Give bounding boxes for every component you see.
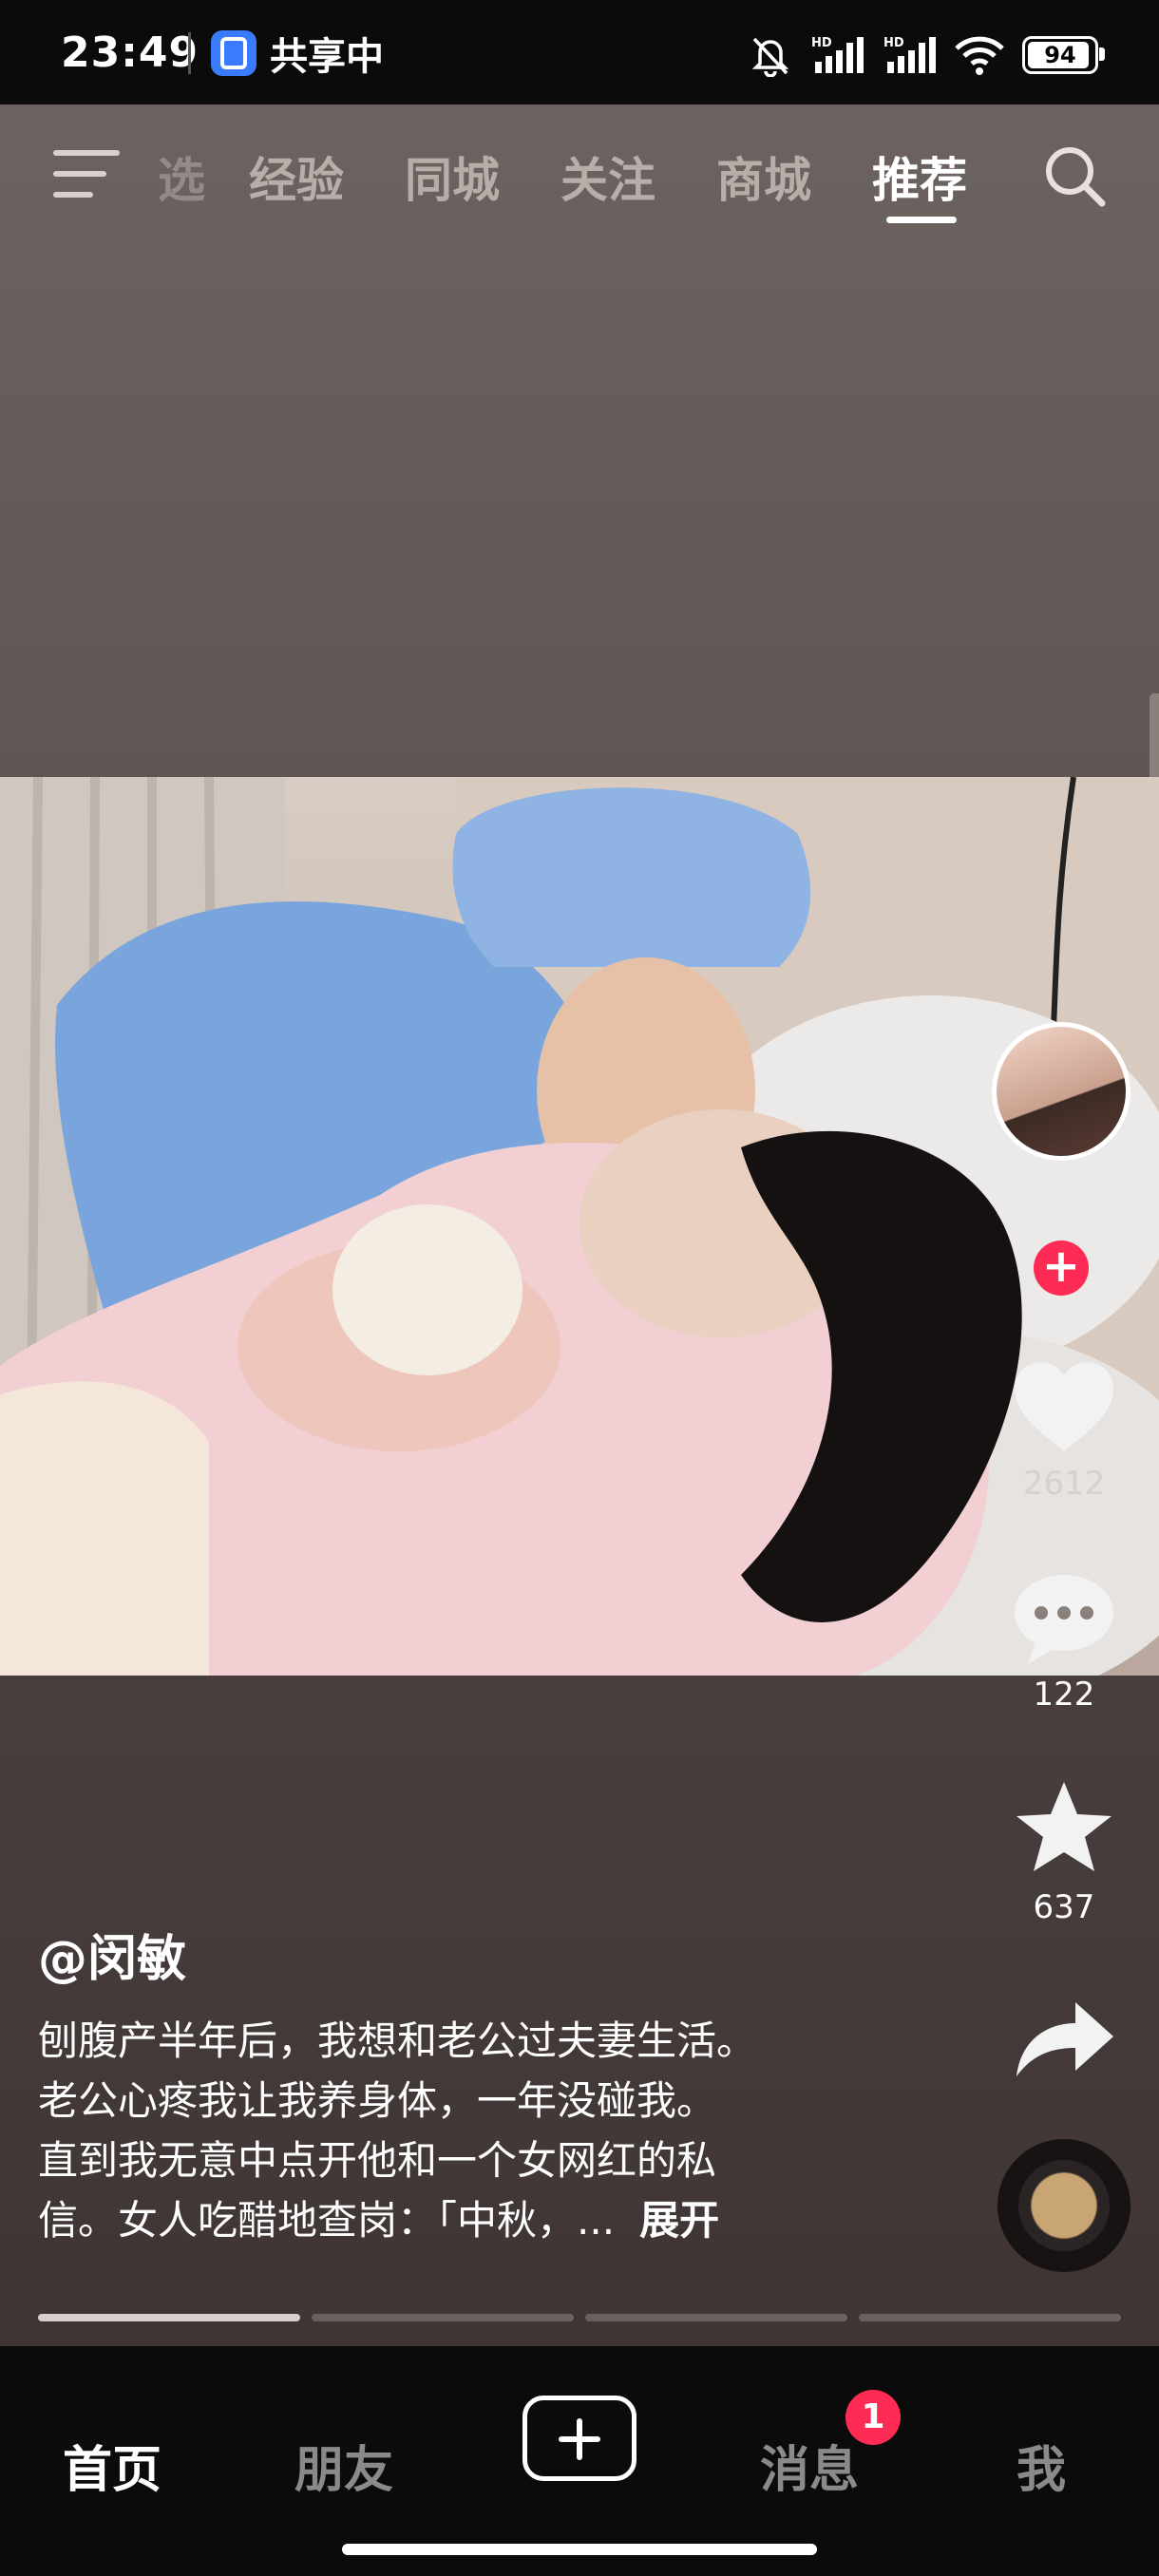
author-name[interactable]: @闵敏 [38, 1919, 912, 1990]
status-icons: HD HD 94 [749, 28, 1105, 82]
tab-experience[interactable]: 经验 [249, 142, 344, 211]
progress-segment [859, 2314, 1121, 2321]
favorite-count: 637 [1033, 1888, 1095, 1926]
progress-segment [38, 2314, 300, 2321]
description-line: 老公心疼我让我养身体，一年没碰我。 [38, 2077, 717, 2124]
home-indicator[interactable] [342, 2544, 817, 2555]
tab-mall[interactable]: 商城 [716, 142, 811, 211]
status-divider [188, 32, 191, 74]
battery-level: 94 [1044, 42, 1076, 68]
signal-hd-icon: HD [811, 36, 864, 73]
photo-illustration [0, 777, 1159, 1676]
post-caption: @闵敏 刨腹产半年后，我想和老公过夫妻生活。 老公心疼我让我养身体，一年没碰我。… [38, 1919, 912, 2250]
tab-partial[interactable]: 选 [158, 142, 205, 211]
progress-segment [585, 2314, 847, 2321]
image-carousel-progress [38, 2314, 1121, 2321]
share-arrow-icon[interactable] [1007, 1985, 1121, 2090]
svg-text:HD: HD [884, 36, 904, 50]
description-last-line: 信。女人吃醋地查岗：「中秋，... [38, 2197, 616, 2244]
tab-following[interactable]: 关注 [560, 142, 656, 211]
status-bar: 23:49 共享中 HD HD 94 [0, 0, 1159, 104]
music-disc-icon[interactable] [998, 2139, 1130, 2272]
description-line: 刨腹产半年后，我想和老公过夫妻生活。 [38, 2017, 757, 2064]
screen-share-icon [211, 30, 256, 76]
description-line: 信。女人吃醋地查岗：「中秋，... 展开 [38, 2190, 912, 2250]
author-avatar[interactable] [992, 1022, 1130, 1161]
bottom-nav: 首页 朋友 消息 1 我 [0, 2346, 1159, 2576]
favorite-star-icon[interactable] [1007, 1776, 1121, 1881]
signal-hd-icon-2: HD [884, 36, 936, 73]
nav-friends[interactable]: 朋友 [294, 2430, 393, 2501]
nav-messages[interactable]: 消息 [760, 2430, 859, 2501]
nav-home[interactable]: 首页 [63, 2430, 162, 2501]
messages-badge: 1 [846, 2390, 901, 2445]
comment-icon[interactable] [1007, 1565, 1121, 1670]
like-heart-icon[interactable] [1007, 1356, 1121, 1461]
mute-bell-icon [751, 37, 789, 77]
screen-share-indicator[interactable]: 共享中 [211, 27, 384, 80]
wifi-icon [955, 36, 1004, 75]
like-count: 2612 [1022, 1465, 1106, 1503]
progress-segment [312, 2314, 574, 2321]
tab-recommend[interactable]: 推荐 [872, 142, 967, 211]
active-tab-indicator [886, 217, 957, 223]
nav-me[interactable]: 我 [1016, 2430, 1066, 2501]
search-icon[interactable] [1041, 142, 1108, 209]
svg-text:HD: HD [811, 36, 832, 50]
top-nav: 选 经验 同城 关注 商城 推荐 [0, 104, 1159, 247]
screen-share-label: 共享中 [270, 35, 384, 79]
expand-button[interactable]: 展开 [639, 2197, 719, 2244]
description-line: 直到我无意中点开他和一个女网红的私 [38, 2137, 717, 2184]
follow-button[interactable]: + [1034, 1241, 1089, 1296]
battery-icon: 94 [1022, 36, 1105, 74]
tab-nearby[interactable]: 同城 [405, 142, 500, 211]
post-photo[interactable] [0, 777, 1159, 1676]
status-time: 23:49 [61, 28, 200, 77]
create-post-button[interactable] [522, 2396, 636, 2481]
post-description[interactable]: 刨腹产半年后，我想和老公过夫妻生活。 老公心疼我让我养身体，一年没碰我。 直到我… [38, 2011, 912, 2250]
menu-icon[interactable] [53, 150, 120, 203]
comment-count: 122 [1033, 1676, 1095, 1714]
video-feed[interactable]: 选 经验 同城 关注 商城 推荐 + 2612 122 637 @闵敏 刨腹产半… [0, 104, 1159, 2346]
